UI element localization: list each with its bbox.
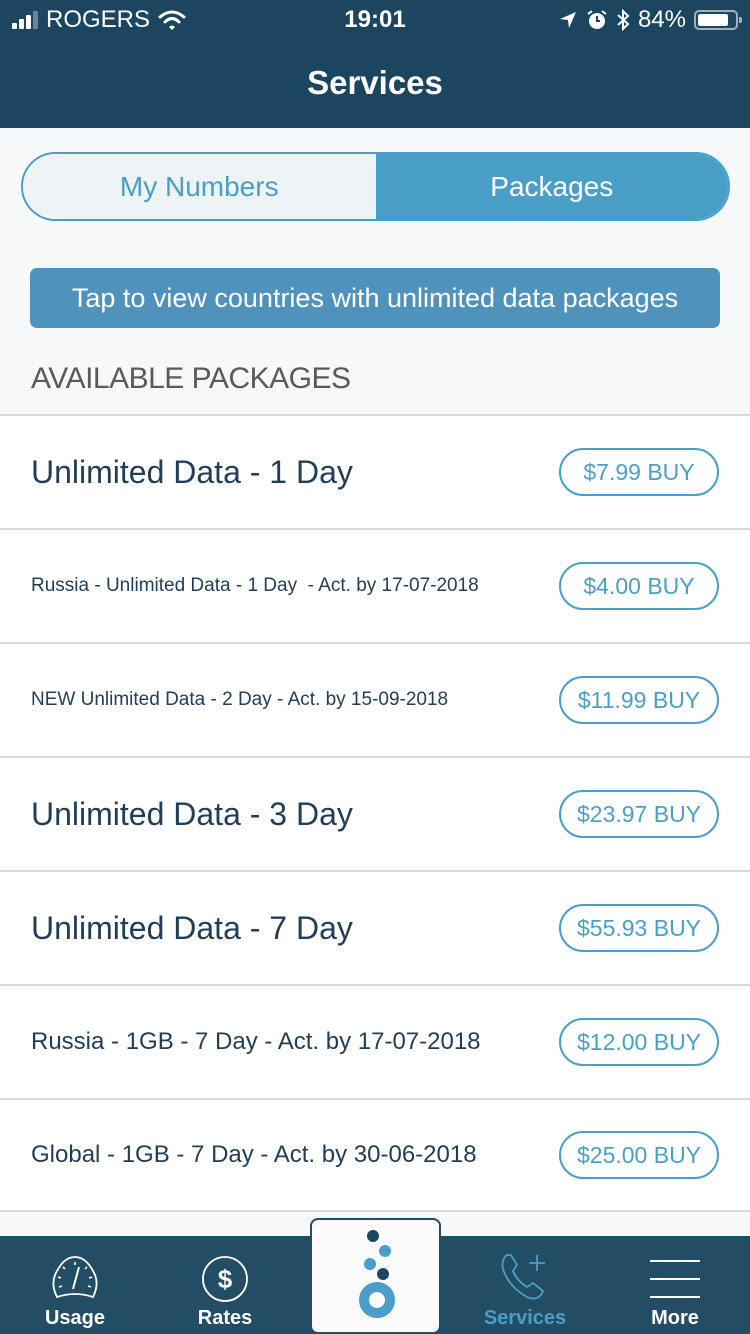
- buy-button[interactable]: $4.00 BUY: [559, 562, 719, 610]
- app-logo-icon: [359, 1230, 395, 1318]
- tab-rates[interactable]: $ Rates: [150, 1236, 300, 1334]
- segmented-control: My Numbers Packages: [21, 152, 730, 221]
- tab-services-label: Services: [483, 1307, 567, 1329]
- menu-icon: [650, 1260, 700, 1298]
- buy-button[interactable]: $55.93 BUY: [559, 904, 719, 952]
- package-name: Global - 1GB - 7 Day - Act. by 30-06-201…: [31, 1141, 477, 1168]
- tab-my-numbers[interactable]: My Numbers: [23, 154, 376, 219]
- package-name: NEW Unlimited Data - 2 Day - Act. by 15-…: [31, 689, 449, 710]
- list-item: Russia - Unlimited Data - 1 Day - Act. b…: [0, 528, 750, 642]
- section-title: AVAILABLE PACKAGES: [31, 362, 351, 395]
- tab-services[interactable]: Services: [450, 1236, 600, 1334]
- list-item: Russia - 1GB - 7 Day - Act. by 17-07-201…: [0, 984, 750, 1098]
- package-list: Unlimited Data - 1 Day $7.99 BUY Russia …: [0, 414, 750, 1212]
- tab-usage-label: Usage: [44, 1307, 106, 1329]
- tab-packages[interactable]: Packages: [375, 154, 728, 219]
- alarm-icon: [587, 10, 607, 29]
- header: ROGERS 19:01 84% Services: [0, 0, 750, 128]
- list-item: Unlimited Data - 7 Day $55.93 BUY: [0, 870, 750, 984]
- phone-plus-icon: [501, 1254, 545, 1300]
- package-name: Unlimited Data - 1 Day: [31, 453, 353, 490]
- unlimited-countries-button[interactable]: Tap to view countries with unlimited dat…: [30, 268, 720, 328]
- speedometer-icon: [52, 1256, 98, 1299]
- list-item: NEW Unlimited Data - 2 Day - Act. by 15-…: [0, 642, 750, 756]
- buy-button[interactable]: $23.97 BUY: [559, 790, 719, 838]
- tab-more[interactable]: More: [600, 1236, 750, 1334]
- location-icon: [559, 12, 576, 28]
- buy-button[interactable]: $11.99 BUY: [559, 676, 719, 724]
- battery-percent: 84%: [637, 6, 686, 33]
- list-item: Global - 1GB - 7 Day - Act. by 30-06-201…: [0, 1098, 750, 1212]
- buy-button[interactable]: $12.00 BUY: [559, 1018, 719, 1066]
- battery-icon: [694, 10, 742, 30]
- tab-rates-label: Rates: [197, 1307, 253, 1329]
- tab-home[interactable]: [310, 1218, 441, 1334]
- package-name: Russia - Unlimited Data - 1 Day - Act. b…: [31, 575, 479, 596]
- list-item: Unlimited Data - 1 Day $7.99 BUY: [0, 414, 750, 528]
- svg-text:$: $: [218, 1264, 233, 1294]
- list-item: Unlimited Data - 3 Day $23.97 BUY: [0, 756, 750, 870]
- dollar-icon: $: [202, 1256, 248, 1302]
- buy-button[interactable]: $7.99 BUY: [559, 448, 719, 496]
- status-bar: ROGERS 19:01 84%: [0, 0, 750, 40]
- package-name: Russia - 1GB - 7 Day - Act. by 17-07-201…: [31, 1028, 481, 1055]
- bluetooth-icon: [617, 9, 630, 31]
- tab-more-label: More: [651, 1307, 699, 1329]
- tab-usage[interactable]: Usage: [0, 1236, 150, 1334]
- buy-button[interactable]: $25.00 BUY: [559, 1131, 719, 1179]
- page-title: Services: [307, 64, 443, 101]
- package-name: Unlimited Data - 3 Day: [31, 795, 353, 832]
- package-name: Unlimited Data - 7 Day: [31, 909, 353, 946]
